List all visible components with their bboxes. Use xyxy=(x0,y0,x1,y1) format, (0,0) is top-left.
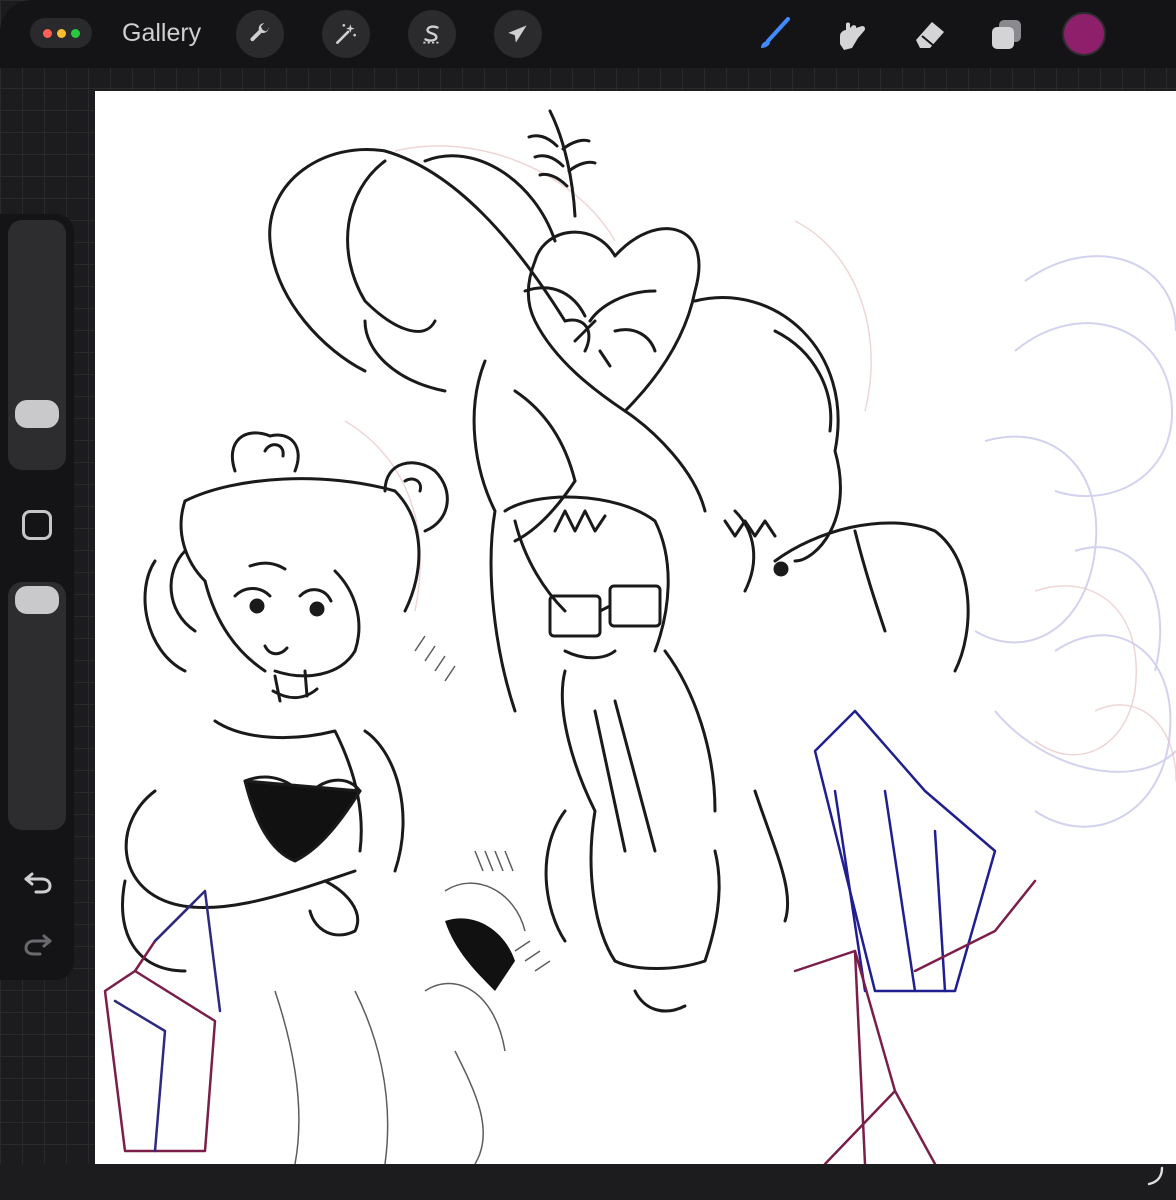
smudge-tool[interactable] xyxy=(830,12,874,56)
smudge-icon xyxy=(840,22,866,50)
adjustments-button[interactable] xyxy=(322,10,370,58)
bottom-bar xyxy=(0,1164,1176,1200)
color-picker-button[interactable] xyxy=(1062,12,1106,56)
sketch-artwork xyxy=(103,109,1176,1164)
modify-button[interactable] xyxy=(22,510,52,540)
transform-button[interactable] xyxy=(494,10,542,58)
eraser-icon xyxy=(916,22,944,48)
redo-icon[interactable] xyxy=(22,926,54,958)
brush-tool[interactable] xyxy=(752,12,796,56)
opacity-slider[interactable] xyxy=(8,582,66,830)
gallery-button[interactable]: Gallery xyxy=(122,18,201,48)
resize-corner-icon[interactable] xyxy=(1146,1166,1166,1186)
top-toolbar: Gallery xyxy=(0,0,1176,68)
layers-tool[interactable] xyxy=(984,12,1028,56)
minimize-dot-icon[interactable] xyxy=(56,28,66,38)
close-dot-icon[interactable] xyxy=(42,28,52,38)
drawing-canvas[interactable] xyxy=(95,91,1176,1164)
brush-size-slider[interactable] xyxy=(8,220,66,470)
wrench-icon xyxy=(250,23,270,42)
selection-button[interactable] xyxy=(408,10,456,58)
opacity-thumb[interactable] xyxy=(15,586,59,614)
brush-size-thumb[interactable] xyxy=(15,400,59,428)
transform-arrow-icon xyxy=(508,25,527,43)
magic-wand-icon xyxy=(336,24,356,44)
eraser-tool[interactable] xyxy=(908,12,952,56)
selection-s-icon xyxy=(423,25,441,44)
left-sidebar xyxy=(0,214,74,980)
brush-icon xyxy=(761,17,790,48)
window-controls[interactable] xyxy=(30,18,92,48)
layers-icon xyxy=(992,20,1021,49)
actions-button[interactable] xyxy=(236,10,284,58)
fullscreen-dot-icon[interactable] xyxy=(70,28,80,38)
undo-icon[interactable] xyxy=(22,864,54,896)
